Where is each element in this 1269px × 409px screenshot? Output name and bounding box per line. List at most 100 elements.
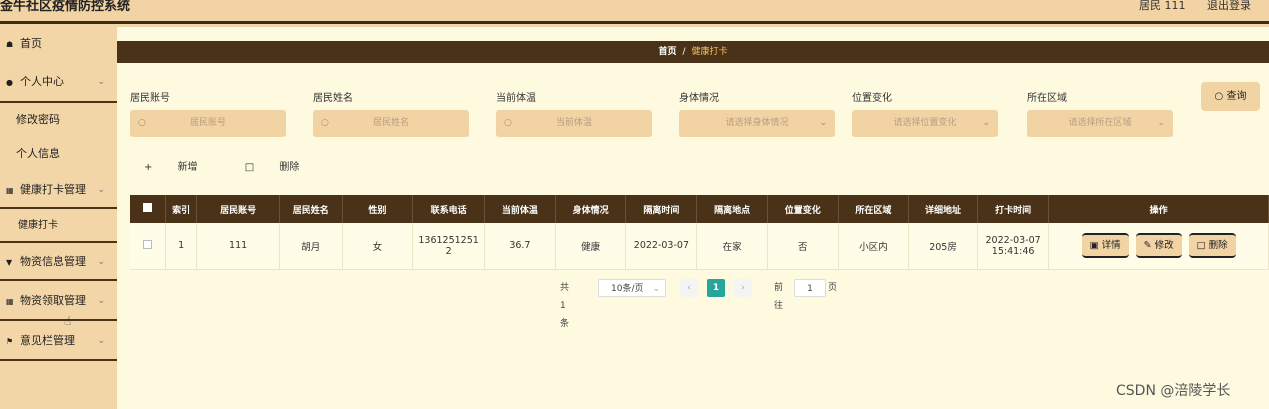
logout-link[interactable]: 退出登录 [1207, 0, 1251, 12]
cell-loc-change: 否 [767, 223, 839, 270]
col-header: 所在区域 [838, 195, 910, 223]
search-icon: ○ [321, 118, 329, 128]
col-header: 隔离地点 [696, 195, 768, 223]
home-icon: ☗ [6, 40, 14, 49]
search-icon: ○ [138, 118, 146, 128]
plus-icon: + [144, 162, 156, 173]
account-input[interactable]: ○ 居民账号 [130, 110, 286, 137]
col-header: 身体情况 [555, 195, 627, 223]
main-content: 首页 / 健康打卡 居民账号 ○ 居民账号 居民姓名 ○ 居民姓名 当前体温 ○ 当前体温… [117, 27, 1269, 409]
sidebar-item-personal-center[interactable]: ● 个人中心 ⌄ [0, 61, 117, 103]
flask-icon: ▼ [6, 258, 13, 267]
breadcrumb: 首页 / 健康打卡 [117, 41, 1269, 63]
search-icon: ○ [504, 118, 512, 128]
page-size-select[interactable]: 10条/页 ⌄ [598, 279, 666, 297]
col-header: 位置变化 [767, 195, 839, 223]
filter-location: 位置变化 请选择位置变化 ⌄ [852, 89, 998, 137]
body-select[interactable]: 请选择身体情况 ⌄ [679, 110, 835, 137]
area-select[interactable]: 请选择所在区域 ⌄ [1027, 110, 1173, 137]
table-header-row: 索引 居民账号 居民姓名 性别 联系电话 当前体温 身体情况 隔离时间 隔离地点… [130, 195, 1269, 223]
delete-button[interactable]: □ 删除 [1188, 233, 1236, 259]
user-icon: ● [6, 78, 13, 87]
select-all-checkbox[interactable] [142, 203, 152, 212]
add-button[interactable]: + 新增 [144, 162, 220, 173]
page-number-active[interactable]: 1 [707, 279, 725, 297]
breadcrumb-current: 健康打卡 [691, 47, 728, 57]
cell-area: 小区内 [838, 223, 910, 270]
sidebar-item-home[interactable]: ☗ 首页 [0, 27, 117, 61]
chevron-down-icon: ⌄ [982, 118, 990, 128]
col-header: 性别 [342, 195, 414, 223]
sidebar-item-personal-info[interactable]: 个人信息 [0, 137, 117, 171]
query-button[interactable]: ○ 查询 [1201, 82, 1260, 111]
grid-icon: ▦ [6, 186, 14, 195]
search-icon: ○ [1214, 91, 1227, 102]
sidebar-item-health-checkin[interactable]: 健康打卡 [0, 209, 117, 243]
cell-gender: 女 [342, 223, 414, 270]
temp-input[interactable]: ○ 当前体温 [496, 110, 652, 137]
name-input[interactable]: ○ 居民姓名 [313, 110, 469, 137]
col-header: 索引 [165, 195, 198, 223]
row-select-cell[interactable] [130, 223, 166, 270]
trash-icon: □ [244, 162, 258, 173]
current-user: 居民 111 [1139, 0, 1186, 12]
top-header: 金牛社区疫情防控系统 居民 111 退出登录 [0, 0, 1269, 24]
edit-button[interactable]: ✎ 修改 [1135, 233, 1182, 259]
cell-account: 111 [196, 223, 280, 270]
prev-page-button[interactable]: ‹ [680, 279, 698, 297]
select-all-header[interactable] [130, 195, 166, 223]
document-icon: ▣ [1089, 240, 1102, 252]
chevron-down-icon: ⌄ [1157, 118, 1165, 128]
header-user-area: 居民 111 退出登录 [1121, 0, 1251, 12]
cell-body: 健康 [555, 223, 627, 270]
col-header: 隔离时间 [625, 195, 698, 223]
cell-iso-place: 在家 [696, 223, 768, 270]
sidebar-item-supply-info-mgmt[interactable]: ▼ 物资信息管理 ⌄ [0, 243, 117, 281]
flag-icon: ⚑ [6, 337, 14, 346]
cell-phone: 1361251251 2 [412, 223, 485, 270]
cell-temp: 36.7 [484, 223, 556, 270]
filter-temp: 当前体温 ○ 当前体温 [496, 89, 652, 137]
batch-delete-button[interactable]: □ 删除 [245, 162, 322, 173]
location-select[interactable]: 请选择位置变化 ⌄ [852, 110, 998, 137]
chevron-down-icon: ⌄ [97, 77, 105, 87]
data-table: 索引 居民账号 居民姓名 性别 联系电话 当前体温 身体情况 隔离时间 隔离地点… [130, 195, 1269, 270]
col-header: 详细地址 [908, 195, 978, 223]
detail-button[interactable]: ▣ 详情 [1081, 233, 1129, 259]
filter-body: 身体情况 请选择身体情况 ⌄ [679, 89, 835, 137]
filter-area: 所在区域 请选择所在区域 ⌄ [1027, 89, 1173, 137]
page-label: 页 [828, 283, 838, 293]
filter-account: 居民账号 ○ 居民账号 [130, 89, 286, 137]
col-header: 居民账号 [196, 195, 280, 223]
col-header: 操作 [1048, 195, 1269, 223]
col-header: 打卡时间 [977, 195, 1050, 223]
sidebar: ☗ 首页 ● 个人中心 ⌄ 修改密码 个人信息 ▦ 健康打卡管理 ⌄ 健康打卡 ▼ 物资… [0, 27, 117, 409]
breadcrumb-home[interactable]: 首页 [658, 47, 676, 57]
sidebar-item-feedback-mgmt[interactable]: ⚑ 意见栏管理 ⌄ [0, 321, 117, 361]
grid-icon: ▦ [6, 297, 14, 306]
col-header: 当前体温 [484, 195, 556, 223]
cell-index: 1 [165, 223, 198, 270]
col-header: 居民姓名 [279, 195, 343, 223]
goto-label: 前往 [774, 283, 784, 311]
col-header: 联系电话 [412, 195, 485, 223]
chevron-down-icon: ⌄ [819, 118, 827, 128]
goto-page-input[interactable]: 1 [794, 279, 826, 297]
cell-iso-time: 2022-03-07 [625, 223, 698, 270]
table-row: 1 111 胡月 女 1361251251 2 36.7 健康 2022-03-0… [130, 223, 1269, 270]
hand-cursor-icon: ☝ [64, 314, 72, 328]
cell-name: 胡月 [279, 223, 343, 270]
row-checkbox[interactable] [142, 239, 152, 249]
cell-checkin-time: 2022-03-07 15:41:46 [977, 223, 1050, 270]
sidebar-item-change-password[interactable]: 修改密码 [0, 103, 117, 137]
filter-name: 居民姓名 ○ 居民姓名 [313, 89, 469, 137]
cell-address: 205房 [908, 223, 978, 270]
total-count: 共 1 条 [560, 283, 570, 329]
sidebar-item-health-checkin-mgmt[interactable]: ▦ 健康打卡管理 ⌄ [0, 171, 117, 209]
sidebar-item-supply-claim-mgmt[interactable]: ▦ 物资领取管理 ⌄ [0, 281, 117, 321]
chevron-down-icon: ⌄ [97, 336, 105, 346]
app-title: 金牛社区疫情防控系统 [0, 0, 131, 14]
next-page-button[interactable]: › [734, 279, 752, 297]
chevron-down-icon: ⌄ [97, 296, 105, 306]
chevron-down-icon: ⌄ [97, 257, 105, 267]
